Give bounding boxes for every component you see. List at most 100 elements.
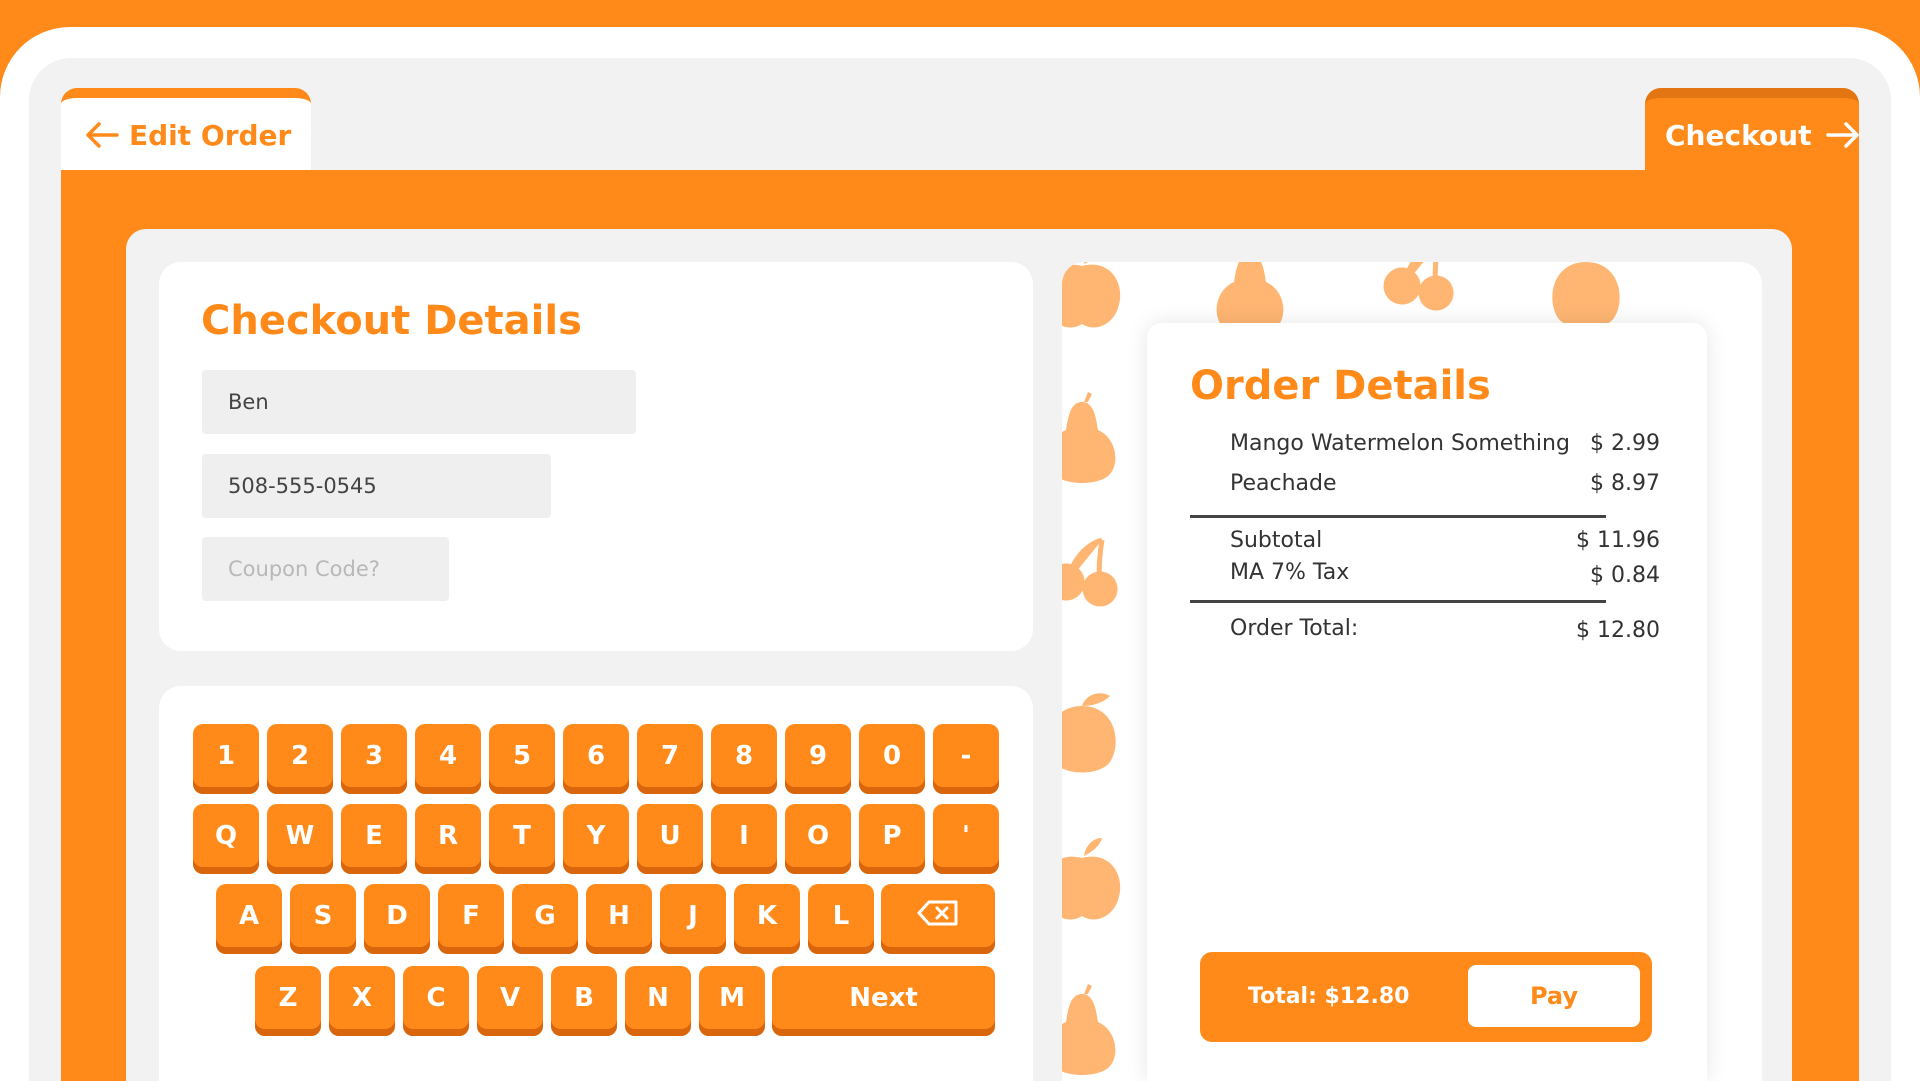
cherry-icon	[1062, 537, 1118, 607]
order-item-price: $ 2.99	[1590, 431, 1660, 456]
coupon-code-field[interactable]: Coupon Code?	[202, 537, 449, 601]
key-label: 5	[512, 741, 532, 771]
order-total-value: $ 12.80	[1576, 618, 1660, 643]
pay-bar-total: Total: $12.80	[1248, 984, 1410, 1009]
arrow-left-icon	[85, 122, 119, 148]
key-u[interactable]: U	[637, 804, 703, 874]
key-0[interactable]: 0	[859, 724, 925, 794]
order-item-name: Peachade	[1230, 471, 1337, 496]
apple-icon	[1062, 262, 1121, 328]
key-k[interactable]: K	[734, 884, 800, 954]
apple-icon	[1062, 838, 1121, 920]
key-label: L	[832, 901, 850, 931]
order-total-label: Order Total:	[1230, 616, 1359, 641]
key-v[interactable]: V	[477, 966, 543, 1036]
pay-button[interactable]: Pay	[1468, 965, 1640, 1027]
edit-order-label: Edit Order	[129, 118, 292, 152]
key-i[interactable]: I	[711, 804, 777, 874]
order-item-name: Mango Watermelon Something	[1230, 431, 1570, 456]
peach-icon	[1552, 262, 1620, 329]
key-c[interactable]: C	[403, 966, 469, 1036]
key-label: H	[608, 901, 630, 931]
on-screen-keyboard: 1 2 3 4 5 6 7 8 9 0 - Q W E R T Y U I O P ' A S D F G H J K L Next Z…	[159, 686, 1033, 1081]
key-label: 9	[808, 741, 828, 771]
key-6[interactable]: 6	[563, 724, 629, 794]
key-f[interactable]: F	[438, 884, 504, 954]
next-key[interactable]: Next	[772, 966, 995, 1036]
key-2[interactable]: 2	[267, 724, 333, 794]
key-label: '	[962, 821, 970, 851]
arrow-right-icon	[1825, 122, 1860, 148]
key-label: C	[426, 983, 446, 1013]
key-label: T	[513, 821, 531, 851]
checkout-label: Checkout	[1665, 118, 1812, 152]
order-details-title: Order Details	[1190, 363, 1491, 409]
key-label: 0	[882, 741, 902, 771]
key-label: K	[756, 901, 778, 931]
key-w[interactable]: W	[267, 804, 333, 874]
coupon-placeholder: Coupon Code?	[228, 557, 380, 581]
key-e[interactable]: E	[341, 804, 407, 874]
key-l[interactable]: L	[808, 884, 874, 954]
key-9[interactable]: 9	[785, 724, 851, 794]
key-label: U	[659, 821, 681, 851]
key-d[interactable]: D	[364, 884, 430, 954]
edit-order-tab[interactable]: Edit Order	[61, 88, 311, 172]
key-r[interactable]: R	[415, 804, 481, 874]
key-dash[interactable]: -	[933, 724, 999, 794]
name-field[interactable]: Ben	[202, 370, 636, 434]
key-label: 6	[586, 741, 606, 771]
key-label: P	[882, 821, 902, 851]
phone-field[interactable]: 508-555-0545	[202, 454, 551, 518]
key-label: B	[574, 983, 594, 1013]
pear-icon	[1062, 984, 1116, 1075]
order-item-price: $ 8.97	[1590, 471, 1660, 496]
backspace-key[interactable]	[881, 884, 995, 954]
tax-label: MA 7% Tax	[1230, 560, 1350, 585]
key-label: V	[499, 983, 521, 1013]
key-j[interactable]: J	[660, 884, 726, 954]
key-apostrophe[interactable]: '	[933, 804, 999, 874]
key-a[interactable]: A	[216, 884, 282, 954]
key-label: I	[739, 821, 749, 851]
key-h[interactable]: H	[586, 884, 652, 954]
key-label: M	[719, 983, 745, 1013]
key-7[interactable]: 7	[637, 724, 703, 794]
key-b[interactable]: B	[551, 966, 617, 1036]
key-3[interactable]: 3	[341, 724, 407, 794]
key-label: D	[386, 901, 408, 931]
key-label: 4	[438, 741, 458, 771]
key-o[interactable]: O	[785, 804, 851, 874]
key-label: E	[365, 821, 383, 851]
key-q[interactable]: Q	[193, 804, 259, 874]
key-label: O	[806, 821, 830, 851]
pay-bar: Total: $12.80 Pay	[1200, 952, 1652, 1042]
key-label: X	[351, 983, 373, 1013]
subtotal-label: Subtotal	[1230, 528, 1323, 553]
key-label: S	[313, 901, 333, 931]
key-g[interactable]: G	[512, 884, 578, 954]
key-5[interactable]: 5	[489, 724, 555, 794]
next-key-label: Next	[849, 983, 918, 1013]
key-x[interactable]: X	[329, 966, 395, 1036]
key-label: 7	[660, 741, 680, 771]
key-s[interactable]: S	[290, 884, 356, 954]
key-p[interactable]: P	[859, 804, 925, 874]
name-value: Ben	[228, 390, 269, 414]
key-1[interactable]: 1	[193, 724, 259, 794]
key-label: 2	[290, 741, 310, 771]
tax-value: $ 0.84	[1590, 563, 1660, 588]
key-z[interactable]: Z	[255, 966, 321, 1036]
checkout-tab[interactable]: Checkout	[1645, 88, 1859, 172]
backspace-icon	[917, 900, 959, 933]
key-y[interactable]: Y	[563, 804, 629, 874]
key-t[interactable]: T	[489, 804, 555, 874]
key-label: Q	[214, 821, 238, 851]
key-4[interactable]: 4	[415, 724, 481, 794]
key-label: 3	[364, 741, 384, 771]
key-label: 1	[216, 741, 236, 771]
key-8[interactable]: 8	[711, 724, 777, 794]
key-m[interactable]: M	[699, 966, 765, 1036]
key-n[interactable]: N	[625, 966, 691, 1036]
phone-value: 508-555-0545	[228, 474, 377, 498]
